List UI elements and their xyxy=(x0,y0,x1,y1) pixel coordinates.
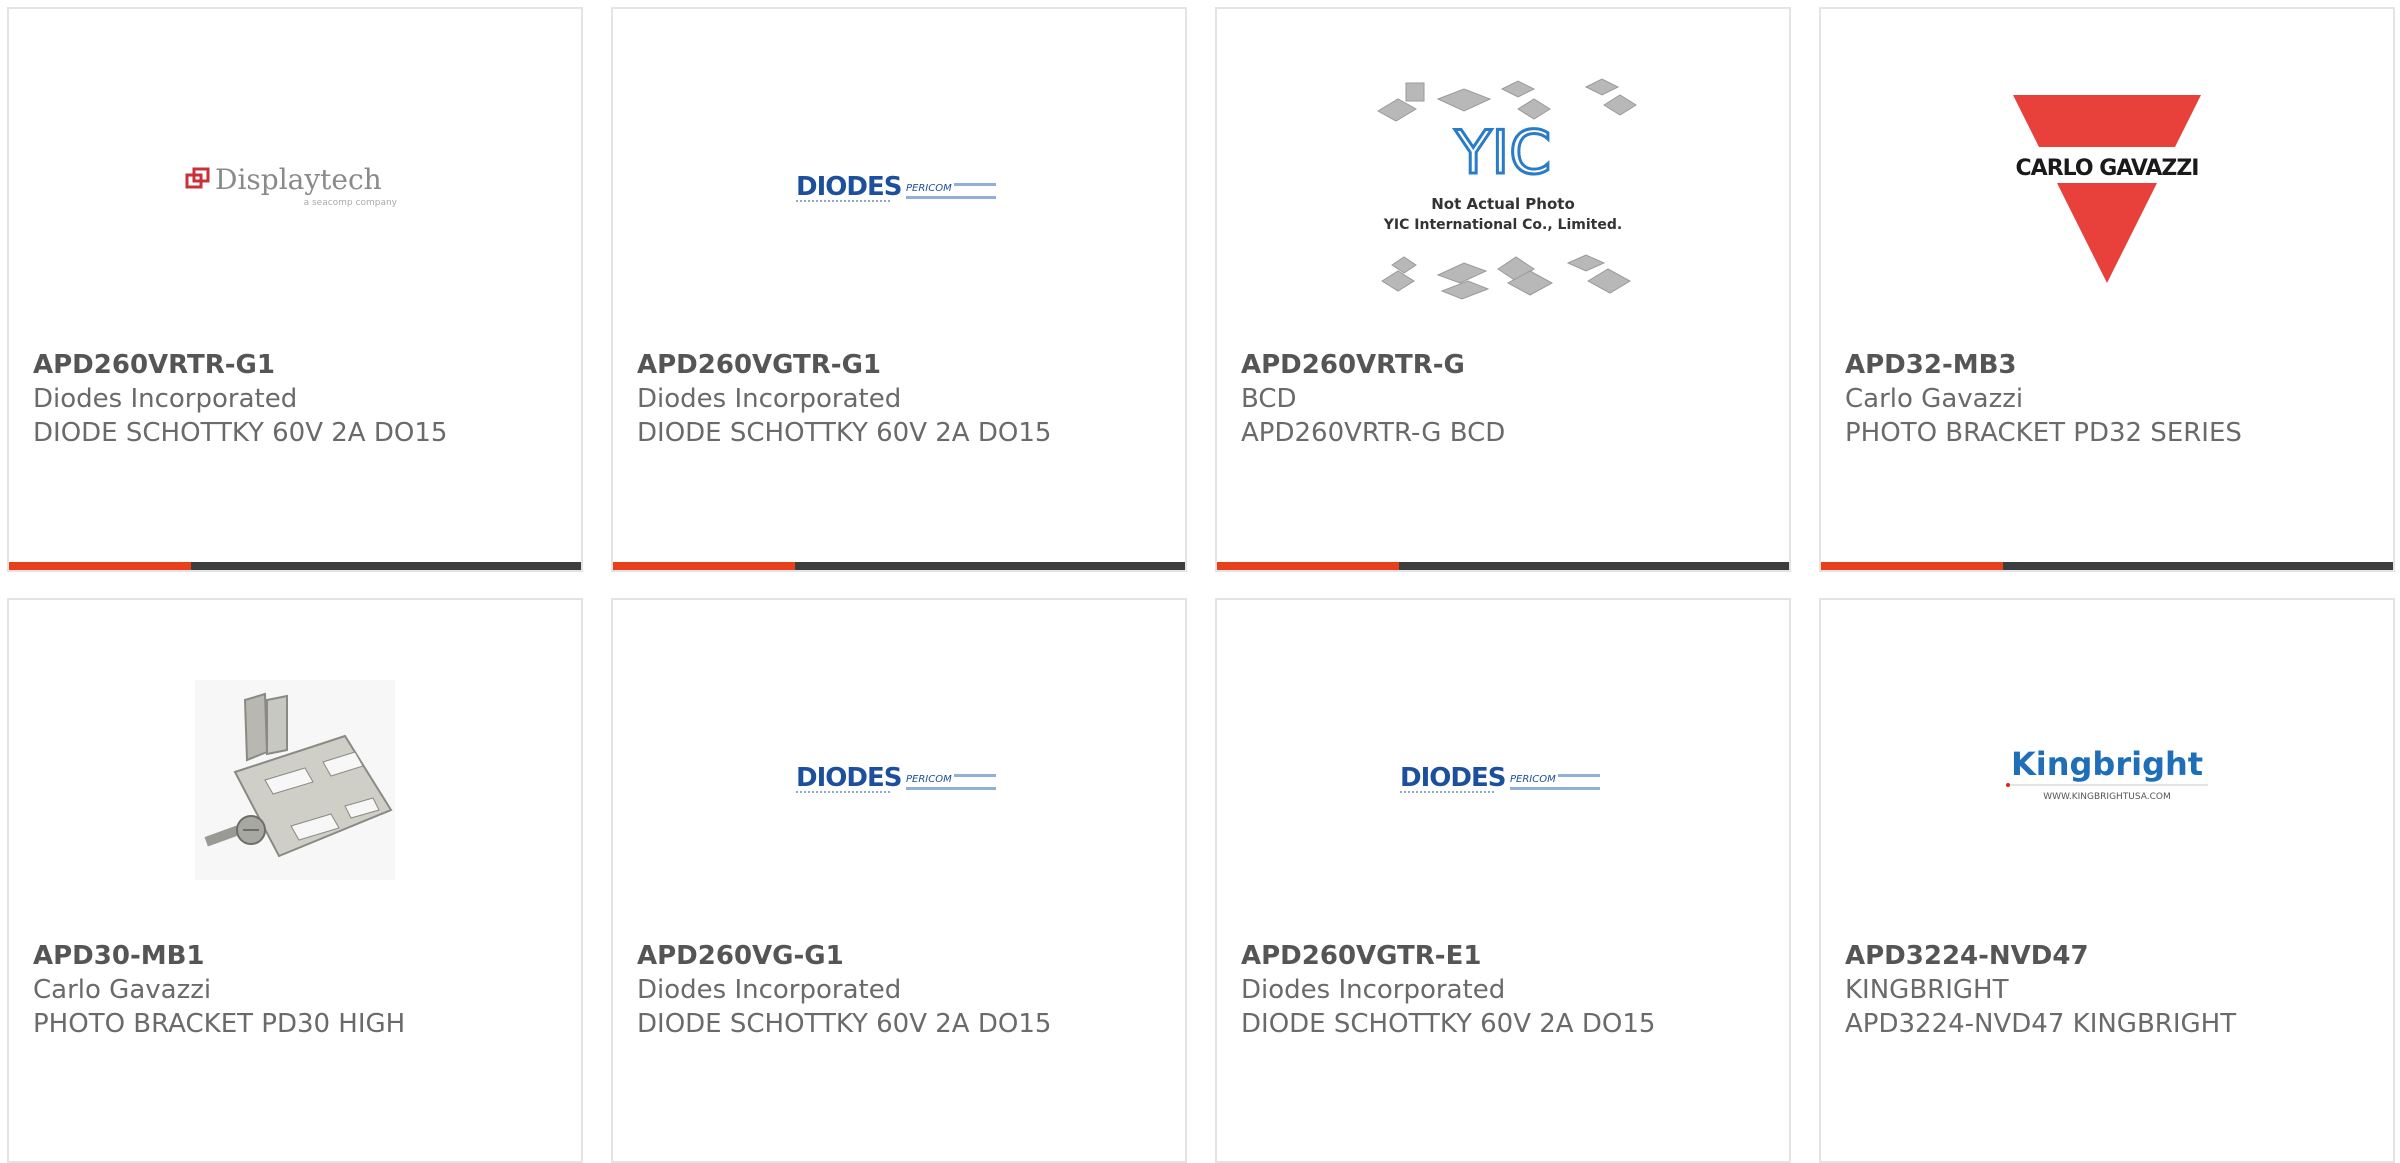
card-bar-accent xyxy=(1821,562,2003,570)
description: DIODE SCHOTTKY 60V 2A DO15 xyxy=(637,418,1052,448)
carlo-gavazzi-logo: CARLO GAVAZZI xyxy=(2007,89,2207,289)
description: DIODE SCHOTTKY 60V 2A DO15 xyxy=(1241,1009,1656,1039)
svg-text:CARLO GAVAZZI: CARLO GAVAZZI xyxy=(2016,156,2199,181)
displaytech-logo: Displaytech a seacomp company xyxy=(185,159,405,219)
manufacturer: Diodes Incorporated xyxy=(1241,975,1506,1005)
manufacturer: Diodes Incorporated xyxy=(33,384,298,414)
manufacturer: Diodes Incorporated xyxy=(637,384,902,414)
svg-text:YIC: YIC xyxy=(1454,118,1551,188)
description: APD260VRTR-G BCD xyxy=(1241,418,1506,448)
manufacturer: Carlo Gavazzi xyxy=(1845,384,2024,414)
description: PHOTO BRACKET PD30 HIGH xyxy=(33,1009,406,1039)
svg-text:a seacomp company: a seacomp company xyxy=(304,198,398,208)
manufacturer: Diodes Incorporated xyxy=(637,975,902,1005)
part-number[interactable]: APD260VRTR-G xyxy=(1241,348,1777,382)
product-card[interactable]: APD30-MB1 Carlo Gavazzi PHOTO BRACKET PD… xyxy=(7,598,583,1163)
svg-text:Not Actual Photo: Not Actual Photo xyxy=(1431,195,1575,213)
product-image[interactable]: CARLO GAVAZZI xyxy=(1821,69,2393,309)
product-image[interactable]: DIODES PERICOM xyxy=(1217,660,1789,900)
svg-text:DIODES: DIODES xyxy=(796,172,901,202)
product-card[interactable]: Kingbright WWW.KINGBRIGHTUSA.COM APD3224… xyxy=(1819,598,2395,1163)
product-image[interactable]: YIC Not Actual Photo YIC International C… xyxy=(1217,69,1789,309)
description: DIODE SCHOTTKY 60V 2A DO15 xyxy=(33,418,448,448)
diodes-pericom-logo: DIODES PERICOM xyxy=(1398,760,1608,800)
card-bar xyxy=(1821,562,2393,570)
svg-text:Displaytech: Displaytech xyxy=(215,163,382,196)
svg-text:DIODES: DIODES xyxy=(1400,763,1505,793)
product-card[interactable]: YIC Not Actual Photo YIC International C… xyxy=(1215,7,1791,572)
part-number[interactable]: APD260VG-G1 xyxy=(637,939,1173,973)
card-bar-accent xyxy=(9,562,191,570)
kingbright-logo: Kingbright WWW.KINGBRIGHTUSA.COM xyxy=(2002,745,2212,815)
product-image[interactable]: DIODES PERICOM xyxy=(613,660,1185,900)
description: DIODE SCHOTTKY 60V 2A DO15 xyxy=(637,1009,1052,1039)
product-image[interactable]: Displaytech a seacomp company xyxy=(9,69,581,309)
card-bar xyxy=(1217,562,1789,570)
product-card[interactable]: Displaytech a seacomp company APD260VRTR… xyxy=(7,7,583,572)
product-card[interactable]: DIODES PERICOM APD260VGTR-E1 Diodes Inco… xyxy=(1215,598,1791,1163)
manufacturer: BCD xyxy=(1241,384,1297,414)
svg-text:DIODES: DIODES xyxy=(796,763,901,793)
bracket-photo xyxy=(195,680,395,880)
part-number[interactable]: APD32-MB3 xyxy=(1845,348,2381,382)
product-image[interactable]: Kingbright WWW.KINGBRIGHTUSA.COM xyxy=(1821,660,2393,900)
svg-text:PERICOM: PERICOM xyxy=(906,183,952,194)
svg-text:PERICOM: PERICOM xyxy=(1510,774,1556,785)
part-number[interactable]: APD3224-NVD47 xyxy=(1845,939,2381,973)
svg-text:PERICOM: PERICOM xyxy=(906,774,952,785)
card-bar-accent xyxy=(1217,562,1399,570)
part-number[interactable]: APD260VGTR-G1 xyxy=(637,348,1173,382)
product-card[interactable]: CARLO GAVAZZI APD32-MB3 Carlo Gavazzi PH… xyxy=(1819,7,2395,572)
manufacturer: KINGBRIGHT xyxy=(1845,975,2009,1005)
product-card[interactable]: DIODES PERICOM APD260VGTR-G1 Diodes Inco… xyxy=(611,7,1187,572)
description: APD3224-NVD47 KINGBRIGHT xyxy=(1845,1009,2237,1039)
yic-not-actual-photo: YIC Not Actual Photo YIC International C… xyxy=(1368,69,1638,309)
description: PHOTO BRACKET PD32 SERIES xyxy=(1845,418,2242,448)
diodes-pericom-logo: DIODES PERICOM xyxy=(794,169,1004,209)
product-image[interactable] xyxy=(9,660,581,900)
part-number[interactable]: APD260VRTR-G1 xyxy=(33,348,569,382)
card-bar xyxy=(9,562,581,570)
svg-text:Kingbright: Kingbright xyxy=(2011,745,2203,783)
manufacturer: Carlo Gavazzi xyxy=(33,975,212,1005)
product-grid: Displaytech a seacomp company APD260VRTR… xyxy=(0,0,2400,1163)
part-number[interactable]: APD30-MB1 xyxy=(33,939,569,973)
part-number[interactable]: APD260VGTR-E1 xyxy=(1241,939,1777,973)
card-bar-accent xyxy=(613,562,795,570)
svg-text:YIC International Co., Limited: YIC International Co., Limited. xyxy=(1383,217,1622,233)
card-bar xyxy=(613,562,1185,570)
svg-text:WWW.KINGBRIGHTUSA.COM: WWW.KINGBRIGHTUSA.COM xyxy=(2043,792,2171,802)
diodes-pericom-logo: DIODES PERICOM xyxy=(794,760,1004,800)
product-image[interactable]: DIODES PERICOM xyxy=(613,69,1185,309)
product-card[interactable]: DIODES PERICOM APD260VG-G1 Diodes Incorp… xyxy=(611,598,1187,1163)
